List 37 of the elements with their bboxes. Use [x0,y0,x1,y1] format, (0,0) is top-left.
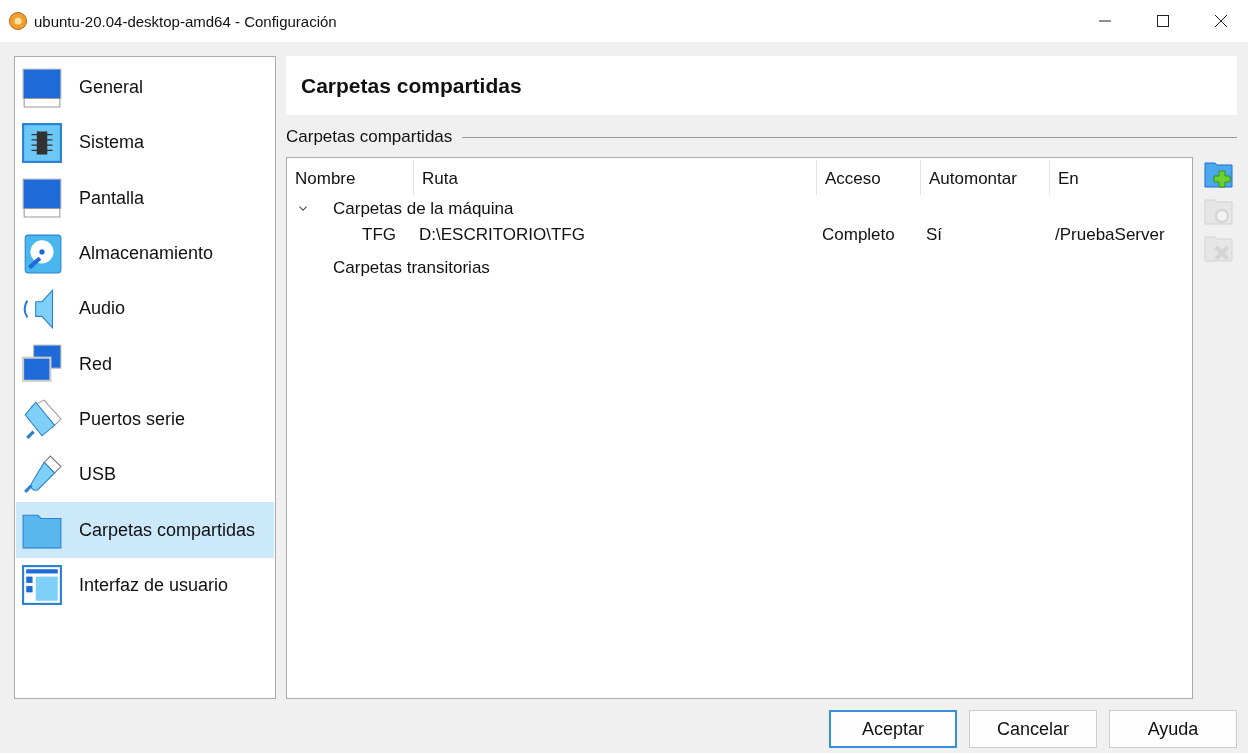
column-header[interactable]: En [1049,160,1192,195]
tree-group-row[interactable]: Carpetas de la máquina [287,195,1192,222]
table-cell-text: TFG [361,224,397,246]
dialog-button[interactable]: Cancelar [969,710,1097,748]
sidebar-item[interactable]: Sistema [16,115,274,171]
chip-icon [21,121,63,164]
column-header[interactable]: Nombre [287,160,413,195]
column-header[interactable]: Automontar [920,160,1049,195]
close-icon[interactable] [1214,14,1228,28]
sidebar-item[interactable]: USB [16,447,274,503]
sidebar-item[interactable]: Puertos serie [16,391,274,448]
sidebar-item[interactable]: Red [16,336,274,392]
group-label: Carpetas compartidas [286,127,453,147]
sidebar-item[interactable]: General [16,60,274,116]
app-icon [8,11,28,31]
dialog-button[interactable]: Aceptar [829,710,957,748]
page-title: Carpetas compartidas [301,73,522,98]
monitor-icon [21,66,63,109]
window-title: ubuntu-20.04-desktop-amd64 - Configuración [34,12,337,30]
dialog-button[interactable]: Ayuda [1109,710,1237,748]
sidebar-item[interactable]: Audio [16,281,274,337]
column-header[interactable]: Acceso [816,160,920,195]
table-cell-text: /PruebaServer [1054,224,1166,246]
window-icon [21,564,63,607]
column-header[interactable]: Ruta [413,160,816,195]
table-cell-text: Completo [821,224,896,246]
monitor-icon [21,177,63,220]
maximize-icon[interactable] [1156,14,1170,28]
usb-icon [21,453,63,496]
tree-group-row[interactable]: Carpetas transitorias [287,254,1192,281]
sidebar-item[interactable]: Pantalla [16,170,274,226]
sidebar-item[interactable]: Almacenamiento [16,225,274,282]
table-cell-text: Sí [925,224,944,246]
table-cell-text: D:\ESCRITORIO\TFG [418,224,586,246]
sidebar-item[interactable]: Interfaz de usuario [16,557,274,613]
folder-add-icon[interactable] [1204,160,1234,190]
sidebar-item[interactable]: Carpetas compartidas [16,502,274,558]
